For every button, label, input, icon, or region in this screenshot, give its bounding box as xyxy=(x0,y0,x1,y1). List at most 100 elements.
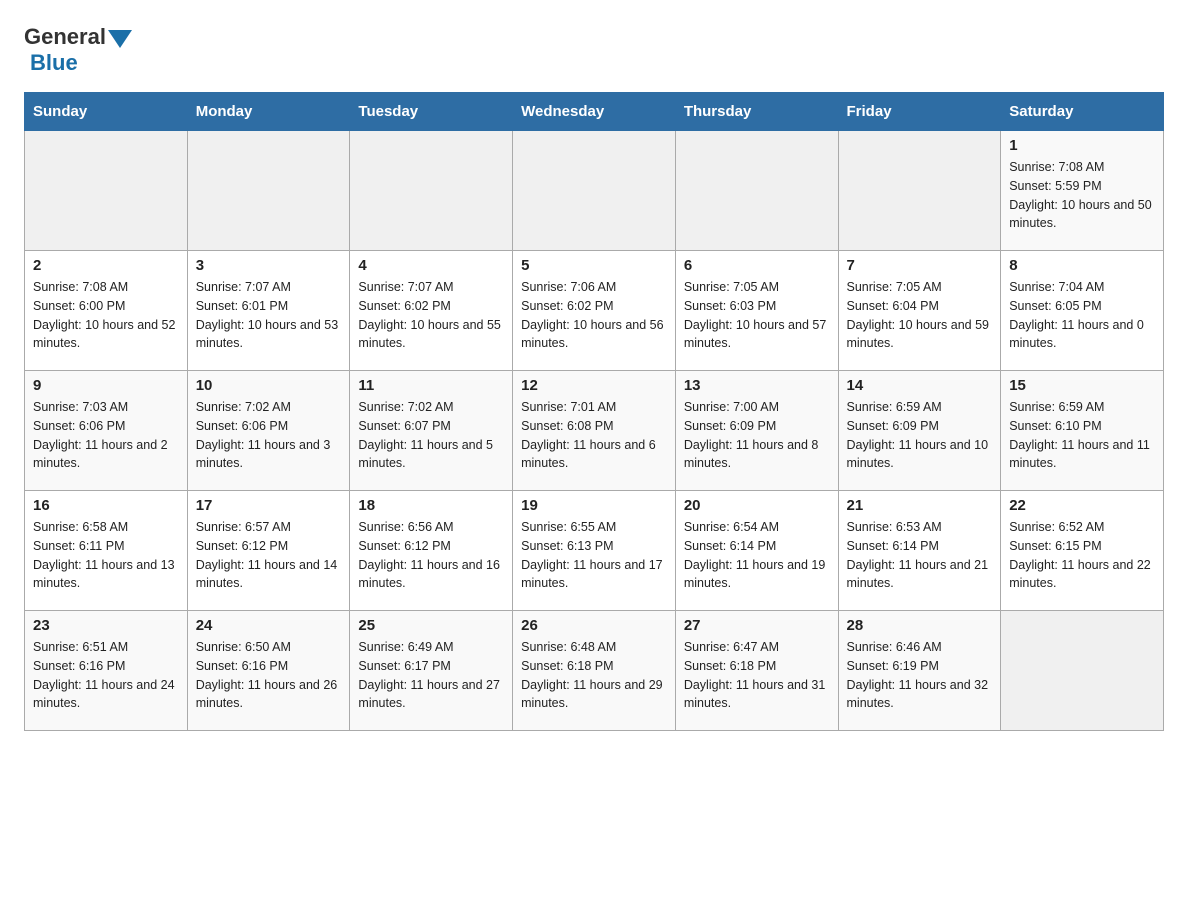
calendar-cell: 13 Sunrise: 7:00 AMSunset: 6:09 PMDayligh… xyxy=(675,371,838,491)
day-number: 25 xyxy=(358,617,504,634)
day-number: 1 xyxy=(1009,137,1155,154)
day-info: Sunrise: 7:02 AMSunset: 6:07 PMDaylight:… xyxy=(358,398,504,473)
day-info: Sunrise: 6:53 AMSunset: 6:14 PMDaylight:… xyxy=(847,518,993,593)
calendar-cell xyxy=(25,131,188,251)
day-number: 26 xyxy=(521,617,667,634)
calendar-cell: 5 Sunrise: 7:06 AMSunset: 6:02 PMDaylight… xyxy=(513,251,676,371)
day-number: 10 xyxy=(196,377,342,394)
calendar-week-row: 16 Sunrise: 6:58 AMSunset: 6:11 PMDayligh… xyxy=(25,491,1164,611)
day-info: Sunrise: 7:07 AMSunset: 6:01 PMDaylight:… xyxy=(196,278,342,353)
calendar-cell: 10 Sunrise: 7:02 AMSunset: 6:06 PMDayligh… xyxy=(187,371,350,491)
day-number: 23 xyxy=(33,617,179,634)
calendar-cell: 4 Sunrise: 7:07 AMSunset: 6:02 PMDaylight… xyxy=(350,251,513,371)
day-info: Sunrise: 7:01 AMSunset: 6:08 PMDaylight:… xyxy=(521,398,667,473)
calendar-cell: 19Sunrise: 6:55 AMSunset: 6:13 PMDayligh… xyxy=(513,491,676,611)
calendar-cell: 11 Sunrise: 7:02 AMSunset: 6:07 PMDayligh… xyxy=(350,371,513,491)
calendar-cell: 25 Sunrise: 6:49 AMSunset: 6:17 PMDayligh… xyxy=(350,611,513,731)
logo-triangle-icon xyxy=(108,30,132,48)
calendar-cell xyxy=(513,131,676,251)
day-info: Sunrise: 6:49 AMSunset: 6:17 PMDaylight:… xyxy=(358,638,504,713)
day-info: Sunrise: 6:52 AMSunset: 6:15 PMDaylight:… xyxy=(1009,518,1155,593)
day-info: Sunrise: 6:58 AMSunset: 6:11 PMDaylight:… xyxy=(33,518,179,593)
weekday-header-tuesday: Tuesday xyxy=(350,93,513,131)
weekday-header-friday: Friday xyxy=(838,93,1001,131)
calendar-cell xyxy=(838,131,1001,251)
calendar-cell xyxy=(675,131,838,251)
day-info: Sunrise: 7:08 AMSunset: 6:00 PMDaylight:… xyxy=(33,278,179,353)
day-number: 22 xyxy=(1009,497,1155,514)
calendar-cell: 3Sunrise: 7:07 AMSunset: 6:01 PMDaylight… xyxy=(187,251,350,371)
day-info: Sunrise: 6:57 AMSunset: 6:12 PMDaylight:… xyxy=(196,518,342,593)
calendar-cell: 23 Sunrise: 6:51 AMSunset: 6:16 PMDayligh… xyxy=(25,611,188,731)
day-number: 16 xyxy=(33,497,179,514)
weekday-header-thursday: Thursday xyxy=(675,93,838,131)
calendar-cell: 6Sunrise: 7:05 AMSunset: 6:03 PMDaylight… xyxy=(675,251,838,371)
calendar-cell: 24 Sunrise: 6:50 AMSunset: 6:16 PMDayligh… xyxy=(187,611,350,731)
page-header: General Blue xyxy=(24,24,1164,76)
calendar-cell: 7 Sunrise: 7:05 AMSunset: 6:04 PMDaylight… xyxy=(838,251,1001,371)
calendar-week-row: 1 Sunrise: 7:08 AMSunset: 5:59 PMDaylight… xyxy=(25,131,1164,251)
calendar-cell: 9 Sunrise: 7:03 AMSunset: 6:06 PMDaylight… xyxy=(25,371,188,491)
day-info: Sunrise: 7:02 AMSunset: 6:06 PMDaylight:… xyxy=(196,398,342,473)
calendar-cell: 26 Sunrise: 6:48 AMSunset: 6:18 PMDayligh… xyxy=(513,611,676,731)
day-info: Sunrise: 7:08 AMSunset: 5:59 PMDaylight:… xyxy=(1009,158,1155,233)
weekday-header-row: SundayMondayTuesdayWednesdayThursdayFrid… xyxy=(25,93,1164,131)
day-info: Sunrise: 7:00 AMSunset: 6:09 PMDaylight:… xyxy=(684,398,830,473)
calendar-cell: 2 Sunrise: 7:08 AMSunset: 6:00 PMDaylight… xyxy=(25,251,188,371)
day-info: Sunrise: 6:50 AMSunset: 6:16 PMDaylight:… xyxy=(196,638,342,713)
calendar-header: SundayMondayTuesdayWednesdayThursdayFrid… xyxy=(25,93,1164,131)
day-info: Sunrise: 7:04 AMSunset: 6:05 PMDaylight:… xyxy=(1009,278,1155,353)
calendar-week-row: 9 Sunrise: 7:03 AMSunset: 6:06 PMDaylight… xyxy=(25,371,1164,491)
weekday-header-monday: Monday xyxy=(187,93,350,131)
day-number: 11 xyxy=(358,377,504,394)
calendar-week-row: 23 Sunrise: 6:51 AMSunset: 6:16 PMDayligh… xyxy=(25,611,1164,731)
day-number: 18 xyxy=(358,497,504,514)
calendar-cell: 8 Sunrise: 7:04 AMSunset: 6:05 PMDaylight… xyxy=(1001,251,1164,371)
weekday-header-sunday: Sunday xyxy=(25,93,188,131)
day-info: Sunrise: 6:51 AMSunset: 6:16 PMDaylight:… xyxy=(33,638,179,713)
day-info: Sunrise: 6:56 AMSunset: 6:12 PMDaylight:… xyxy=(358,518,504,593)
calendar-week-row: 2 Sunrise: 7:08 AMSunset: 6:00 PMDaylight… xyxy=(25,251,1164,371)
day-number: 12 xyxy=(521,377,667,394)
calendar-cell: 14 Sunrise: 6:59 AMSunset: 6:09 PMDayligh… xyxy=(838,371,1001,491)
day-info: Sunrise: 6:55 AMSunset: 6:13 PMDaylight:… xyxy=(521,518,667,593)
calendar-cell xyxy=(1001,611,1164,731)
day-number: 7 xyxy=(847,257,993,274)
calendar-cell: 16 Sunrise: 6:58 AMSunset: 6:11 PMDayligh… xyxy=(25,491,188,611)
day-info: Sunrise: 6:59 AMSunset: 6:10 PMDaylight:… xyxy=(1009,398,1155,473)
day-number: 9 xyxy=(33,377,179,394)
calendar-table: SundayMondayTuesdayWednesdayThursdayFrid… xyxy=(24,92,1164,731)
day-number: 15 xyxy=(1009,377,1155,394)
day-number: 27 xyxy=(684,617,830,634)
calendar-cell xyxy=(350,131,513,251)
day-number: 20 xyxy=(684,497,830,514)
day-info: Sunrise: 6:48 AMSunset: 6:18 PMDaylight:… xyxy=(521,638,667,713)
day-number: 21 xyxy=(847,497,993,514)
day-info: Sunrise: 7:05 AMSunset: 6:04 PMDaylight:… xyxy=(847,278,993,353)
day-number: 14 xyxy=(847,377,993,394)
day-number: 5 xyxy=(521,257,667,274)
day-info: Sunrise: 6:47 AMSunset: 6:18 PMDaylight:… xyxy=(684,638,830,713)
day-info: Sunrise: 7:07 AMSunset: 6:02 PMDaylight:… xyxy=(358,278,504,353)
day-info: Sunrise: 7:05 AMSunset: 6:03 PMDaylight:… xyxy=(684,278,830,353)
day-info: Sunrise: 6:54 AMSunset: 6:14 PMDaylight:… xyxy=(684,518,830,593)
day-info: Sunrise: 7:06 AMSunset: 6:02 PMDaylight:… xyxy=(521,278,667,353)
calendar-cell: 22 Sunrise: 6:52 AMSunset: 6:15 PMDayligh… xyxy=(1001,491,1164,611)
day-info: Sunrise: 6:46 AMSunset: 6:19 PMDaylight:… xyxy=(847,638,993,713)
day-number: 8 xyxy=(1009,257,1155,274)
day-number: 13 xyxy=(684,377,830,394)
calendar-cell: 12 Sunrise: 7:01 AMSunset: 6:08 PMDayligh… xyxy=(513,371,676,491)
calendar-cell: 28Sunrise: 6:46 AMSunset: 6:19 PMDayligh… xyxy=(838,611,1001,731)
logo: General Blue xyxy=(24,24,134,76)
calendar-cell xyxy=(187,131,350,251)
day-info: Sunrise: 6:59 AMSunset: 6:09 PMDaylight:… xyxy=(847,398,993,473)
calendar-cell: 20 Sunrise: 6:54 AMSunset: 6:14 PMDayligh… xyxy=(675,491,838,611)
day-number: 17 xyxy=(196,497,342,514)
day-number: 2 xyxy=(33,257,179,274)
day-number: 4 xyxy=(358,257,504,274)
calendar-cell: 18 Sunrise: 6:56 AMSunset: 6:12 PMDayligh… xyxy=(350,491,513,611)
day-info: Sunrise: 7:03 AMSunset: 6:06 PMDaylight:… xyxy=(33,398,179,473)
calendar-cell: 17 Sunrise: 6:57 AMSunset: 6:12 PMDayligh… xyxy=(187,491,350,611)
day-number: 24 xyxy=(196,617,342,634)
calendar-cell: 21 Sunrise: 6:53 AMSunset: 6:14 PMDayligh… xyxy=(838,491,1001,611)
